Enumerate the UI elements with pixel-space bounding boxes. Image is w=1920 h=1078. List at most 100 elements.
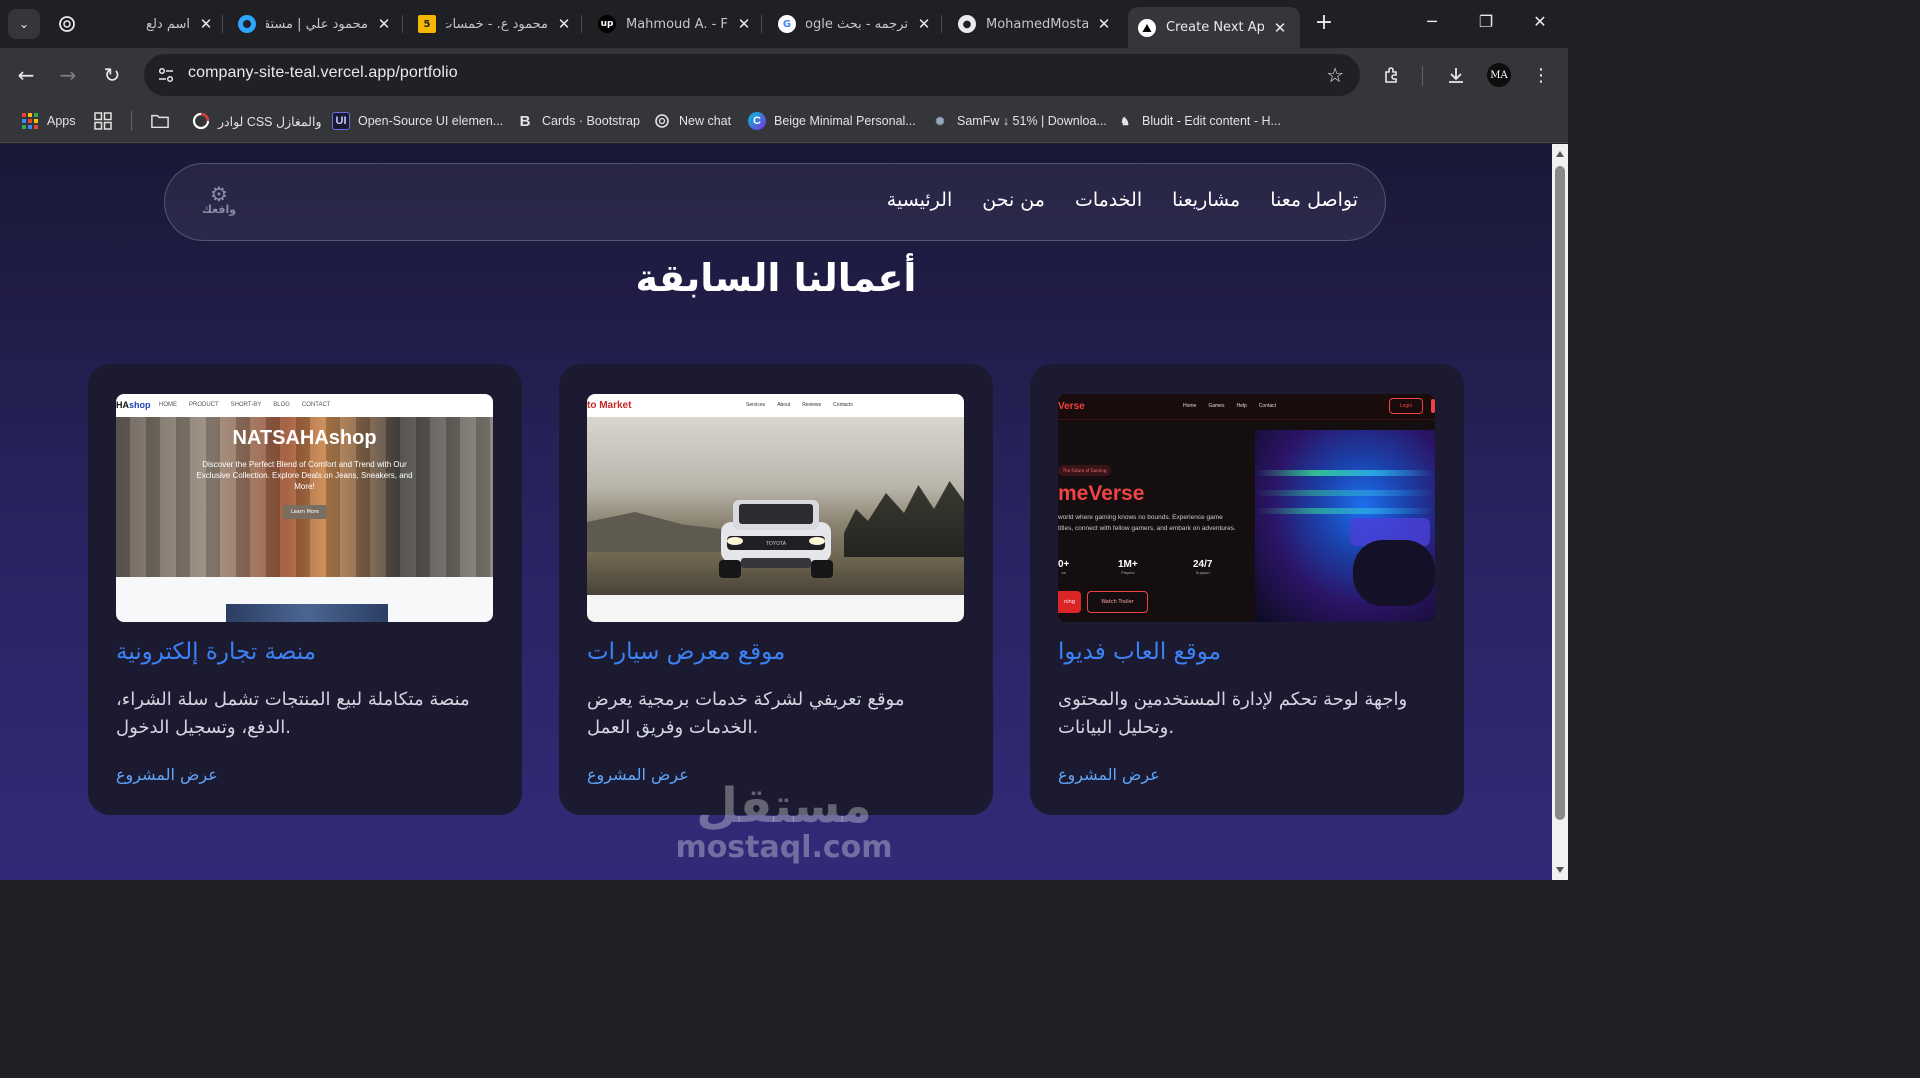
canva-icon: C xyxy=(748,112,766,130)
nav-about[interactable]: من نحن xyxy=(982,189,1045,211)
view-project-link[interactable]: عرض المشروع xyxy=(116,765,218,784)
arrow-right-icon: → xyxy=(59,63,77,87)
samfw-icon: ✺ xyxy=(935,115,945,128)
close-window-button[interactable]: ✕ xyxy=(1528,12,1552,31)
close-icon[interactable]: ✕ xyxy=(916,15,932,33)
tab-3[interactable]: 5 محمود ع. - خمسات ✕ xyxy=(418,7,572,41)
tab-1[interactable]: اسم دلع ✕ xyxy=(96,7,214,41)
download-icon[interactable] xyxy=(1442,61,1470,89)
bookmark-folder[interactable] xyxy=(151,111,169,131)
nav-projects[interactable]: مشاريعنا xyxy=(1172,189,1240,211)
bookmark-label: Cards · Bootstrap xyxy=(542,114,640,128)
close-icon[interactable]: ✕ xyxy=(736,15,752,33)
tab-title: Mahmoud A. - Full xyxy=(626,16,728,32)
github-icon: ● xyxy=(958,15,976,33)
close-icon[interactable]: ✕ xyxy=(198,15,214,33)
bookmark-bludit[interactable]: ♞ Bludit - Edit content - H... xyxy=(1116,111,1281,131)
nav-home[interactable]: الرئيسية xyxy=(887,189,952,211)
project-card-car-showroom: to Market Services About Reviews Contact… xyxy=(559,364,993,815)
bootstrap-icon: B xyxy=(519,112,531,130)
close-icon[interactable]: ✕ xyxy=(556,15,572,33)
apps-grid-icon xyxy=(21,112,39,130)
close-icon[interactable]: ✕ xyxy=(376,15,392,33)
uiverse-icon: UI xyxy=(332,112,350,130)
project-card-games: Verse Home Games Help Contact Login The … xyxy=(1030,364,1464,815)
scroll-up-icon[interactable] xyxy=(1556,151,1564,157)
tab-6[interactable]: ● MohamedMostafa ✕ xyxy=(958,7,1112,41)
project-preview-image: Verse Home Games Help Contact Login The … xyxy=(1058,394,1435,622)
close-icon[interactable]: ✕ xyxy=(1096,15,1112,33)
tab-search-button[interactable]: ⌄ xyxy=(8,9,40,39)
bookmark-css-loaders[interactable]: لوادر CSS والمغازل xyxy=(192,111,322,131)
back-button[interactable]: ← xyxy=(14,63,38,87)
tab-4[interactable]: up Mahmoud A. - Full ✕ xyxy=(598,7,752,41)
project-title: موقع معرض سيارات xyxy=(587,639,786,665)
bookmark-uiverse[interactable]: UI Open-Source UI elemen... xyxy=(332,111,503,131)
nav-links: تواصل معنا مشاريعنا الخدمات من نحن الرئي… xyxy=(887,189,1358,211)
minimize-button[interactable]: ─ xyxy=(1420,12,1444,31)
site-logo[interactable]: ⚙ واقعك xyxy=(199,184,239,220)
tab-strip: ⌄ اسم دلع ✕ محمود علي | مستقل ✕ 5 محمود … xyxy=(0,0,1568,48)
reload-icon: ↻ xyxy=(103,63,121,87)
page-scrollbar[interactable] xyxy=(1552,144,1568,880)
new-tab-button[interactable]: + xyxy=(1312,12,1336,34)
pinned-tab-chatgpt[interactable] xyxy=(52,12,82,36)
page-viewport: ⚙ واقعك تواصل معنا مشاريعنا الخدمات من ن… xyxy=(0,144,1552,880)
loader-circle-icon xyxy=(192,112,210,130)
site-info-icon[interactable] xyxy=(156,65,176,85)
logo-text: واقعك xyxy=(201,203,237,216)
bookmark-new-chat[interactable]: New chat xyxy=(653,111,731,131)
chevron-down-icon: ⌄ xyxy=(18,17,30,31)
bookmarks-bar: Apps لوادر CSS والمغازل UI Open-Source U… xyxy=(0,102,1568,143)
url-text[interactable]: company-site-teal.vercel.app/portfolio xyxy=(188,64,458,82)
more-menu-icon[interactable]: ⋮ xyxy=(1527,61,1555,89)
tab-active[interactable]: Create Next App ✕ xyxy=(1128,7,1300,48)
bookmark-samfw[interactable]: ✺ SamFw ↓ 51% | Downloa... xyxy=(931,111,1107,131)
reload-button[interactable]: ↻ xyxy=(100,63,124,87)
view-project-link[interactable]: عرض المشروع xyxy=(1058,765,1160,784)
tab-2[interactable]: محمود علي | مستقل ✕ xyxy=(238,7,392,41)
scrollbar-thumb[interactable] xyxy=(1555,166,1565,820)
tab-title: ترجمه - بحث Google xyxy=(806,16,908,32)
tab-title: اسم دلع xyxy=(146,16,190,32)
nav-contact[interactable]: تواصل معنا xyxy=(1270,189,1358,211)
close-icon[interactable]: ✕ xyxy=(1272,19,1288,37)
google-icon: G xyxy=(778,15,796,33)
svg-text:TOYOTA: TOYOTA xyxy=(766,541,787,547)
tab-title: محمود علي | مستقل xyxy=(266,16,368,32)
scroll-down-icon[interactable] xyxy=(1556,867,1564,873)
project-description: موقع تعريفي لشركة خدمات برمجية يعرض الخد… xyxy=(587,689,905,738)
bookmark-star-icon[interactable]: ☆ xyxy=(1326,63,1344,87)
project-preview-image: to Market Services About Reviews Contact… xyxy=(587,394,964,622)
forward-button[interactable]: → xyxy=(56,63,80,87)
bludit-icon: ♞ xyxy=(1120,115,1130,128)
page-title: أعمالنا السابقة xyxy=(635,256,917,300)
tab-5[interactable]: G ترجمه - بحث Google ✕ xyxy=(778,7,932,41)
tab-title: محمود ع. - خمسات xyxy=(446,16,548,32)
bookmark-label: SamFw ↓ 51% | Downloa... xyxy=(957,114,1107,128)
project-card-ecommerce: HAshop HOME PRODUCT SHORT-BY BLOG CONTAC… xyxy=(88,364,522,815)
tab-groups-icon xyxy=(94,112,112,130)
bookmark-canva[interactable]: C Beige Minimal Personal... xyxy=(748,111,916,131)
bookmark-apps[interactable]: Apps xyxy=(21,111,76,131)
nav-services[interactable]: الخدمات xyxy=(1075,189,1142,211)
suv-image: TOYOTA xyxy=(719,500,833,578)
bookmark-label: Open-Source UI elemen... xyxy=(358,114,504,128)
bookmark-label: Bludit - Edit content - H... xyxy=(1142,114,1281,128)
view-project-link[interactable]: عرض المشروع xyxy=(587,765,689,784)
tab-title: Create Next App xyxy=(1166,20,1264,35)
bookmark-label: Apps xyxy=(47,114,76,128)
project-title: منصة تجارة إلكترونية xyxy=(116,639,317,665)
preview-brand: HAshop xyxy=(116,400,151,410)
bookmark-bootstrap[interactable]: B Cards · Bootstrap xyxy=(516,111,640,131)
restore-button[interactable]: ❐ xyxy=(1474,12,1498,31)
chatgpt-icon xyxy=(59,16,75,32)
project-title: موقع العاب فديوا xyxy=(1058,639,1221,665)
site-navbar: ⚙ واقعك تواصل معنا مشاريعنا الخدمات من ن… xyxy=(164,163,1386,241)
gear-icon: ⚙ xyxy=(210,182,228,206)
extensions-icon[interactable] xyxy=(1378,61,1406,89)
profile-avatar[interactable]: MA xyxy=(1487,63,1511,87)
address-bar[interactable]: company-site-teal.vercel.app/portfolio ☆ xyxy=(144,54,1360,96)
folder-icon xyxy=(151,112,169,130)
bookmark-tab-groups[interactable] xyxy=(94,111,112,131)
